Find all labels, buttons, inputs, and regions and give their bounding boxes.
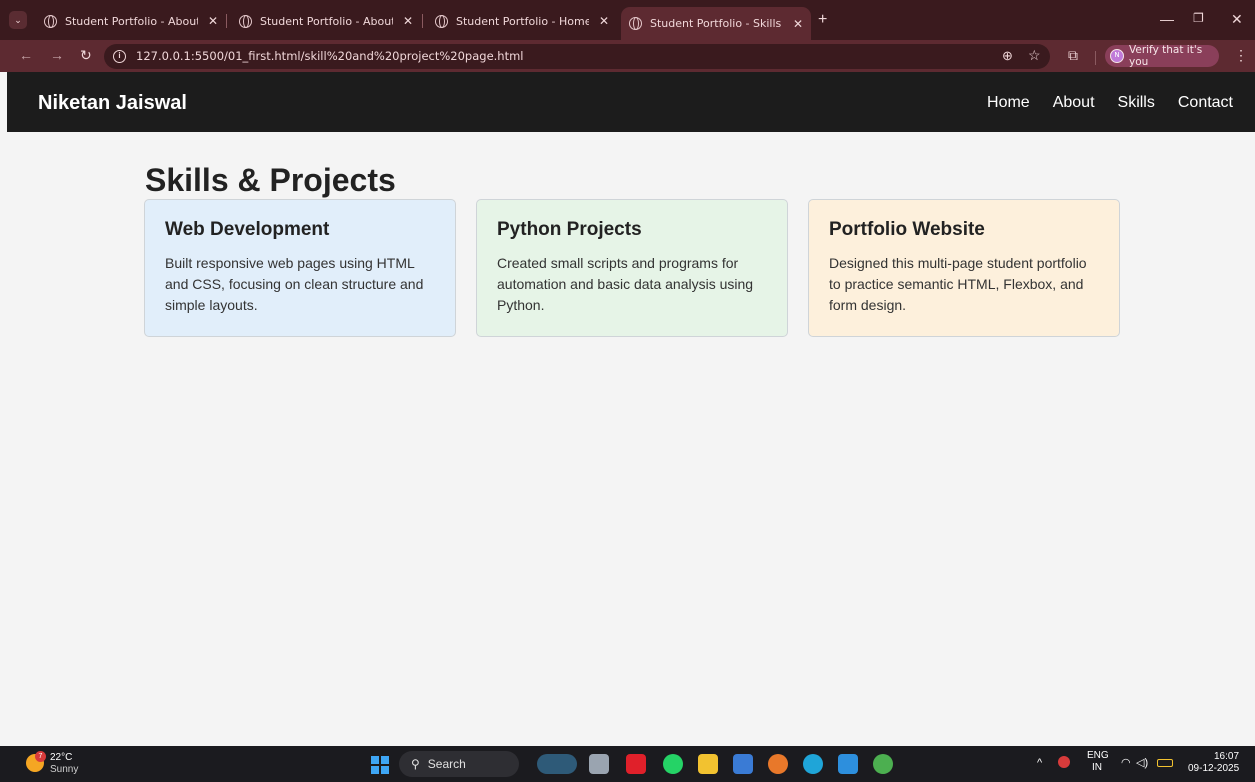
battery-icon[interactable] <box>1157 759 1173 767</box>
address-bar[interactable]: i 127.0.0.1:5500/01_first.html/skill%20a… <box>104 44 1050 69</box>
card-text: Built responsive web pages using HTML an… <box>165 255 424 313</box>
youtube-icon[interactable] <box>626 754 646 774</box>
globe-icon <box>435 14 448 28</box>
toolbar-divider <box>1095 51 1096 65</box>
card-title: Portfolio Website <box>829 219 985 240</box>
volume-icon[interactable]: ◁) <box>1136 756 1148 769</box>
card-title: Web Development <box>165 219 330 240</box>
language-code[interactable]: ENG <box>1087 750 1109 761</box>
globe-icon <box>44 14 57 28</box>
search-label: Search <box>427 757 466 771</box>
close-tab-icon[interactable]: ✕ <box>403 14 413 28</box>
profile-verify-button[interactable]: N Verify that it's you <box>1105 44 1219 68</box>
verify-label: Verify that it's you <box>1129 44 1203 68</box>
forward-arrow-icon[interactable]: → <box>50 47 64 63</box>
widgets-icon[interactable] <box>537 754 577 774</box>
copilot-icon[interactable] <box>768 754 788 774</box>
chrome-icon[interactable] <box>873 754 893 774</box>
tab-search-chevron-icon[interactable]: ⌄ <box>9 11 27 29</box>
vscode-icon[interactable] <box>838 754 858 774</box>
tab-title: Student Portfolio - Skills & Proj <box>650 17 783 30</box>
card-title: Python Projects <box>497 219 642 240</box>
tab-title: Student Portfolio - About Me <box>65 14 198 28</box>
region-code[interactable]: IN <box>1092 762 1102 773</box>
tab-divider <box>226 14 227 28</box>
clock-date[interactable]: 09-12-2025 <box>1188 763 1239 774</box>
wifi-icon[interactable]: ◠ <box>1121 756 1131 769</box>
file-explorer-icon[interactable] <box>698 754 718 774</box>
taskbar: 7 22°C Sunny ⚲ Search ^ ENG IN ◠ ◁) 16:0… <box>0 746 1255 782</box>
bookmark-star-icon[interactable]: ☆ <box>1028 47 1041 64</box>
globe-icon <box>239 14 252 28</box>
card-text: Designed this multi-page student portfol… <box>829 255 1087 313</box>
skill-card: Portfolio Website Designed this multi-pa… <box>808 199 1120 337</box>
clock-time[interactable]: 16:07 <box>1214 751 1239 762</box>
weather-badge: 7 <box>35 751 46 762</box>
menu-kebab-icon[interactable]: ⋮ <box>1234 47 1248 64</box>
reload-icon[interactable]: ↻ <box>80 47 92 64</box>
back-arrow-icon[interactable]: ← <box>19 47 33 63</box>
url-text[interactable]: 127.0.0.1:5500/01_first.html/skill%20and… <box>136 49 524 63</box>
minimize-icon[interactable]: — <box>1160 11 1174 27</box>
whatsapp-icon[interactable] <box>663 754 683 774</box>
edge-icon[interactable] <box>803 754 823 774</box>
nav-link-about[interactable]: About <box>1053 94 1095 112</box>
zoom-icon[interactable]: ⊕ <box>1002 48 1013 64</box>
card-text: Created small scripts and programs for a… <box>497 255 754 313</box>
profile-avatar: N <box>1110 49 1124 63</box>
tab-title: Student Portfolio - About Me <box>260 14 393 28</box>
weather-condition[interactable]: Sunny <box>50 764 78 775</box>
tab-strip: ⌄ Student Portfolio - About Me ✕ Student… <box>0 0 1255 40</box>
browser-tab[interactable]: Student Portfolio - Home ✕ <box>427 7 617 35</box>
nav-link-skills[interactable]: Skills <box>1118 94 1155 112</box>
new-tab-plus-icon[interactable]: + <box>818 11 827 29</box>
taskbar-search[interactable]: ⚲ Search <box>399 751 519 777</box>
extensions-puzzle-icon[interactable]: ⧉ <box>1068 47 1078 64</box>
site-info-icon[interactable]: i <box>113 50 126 63</box>
tray-overflow-icon[interactable]: ^ <box>1037 757 1042 769</box>
browser-tab-active[interactable]: Student Portfolio - Skills & Proj ✕ <box>621 7 811 40</box>
window-close-icon[interactable]: ✕ <box>1231 11 1243 28</box>
skill-card: Python Projects Created small scripts an… <box>476 199 788 337</box>
site-name: Niketan Jaiswal <box>38 92 187 114</box>
nav-link-home[interactable]: Home <box>987 94 1030 112</box>
close-tab-icon[interactable]: ✕ <box>599 14 609 28</box>
tab-divider <box>422 14 423 28</box>
close-tab-icon[interactable]: ✕ <box>793 17 803 31</box>
site-nav: Home About Skills Contact <box>987 94 1233 112</box>
task-view-icon[interactable] <box>589 754 609 774</box>
page-title: Skills & Projects <box>145 162 396 198</box>
search-icon: ⚲ <box>411 757 420 771</box>
windows-start-icon[interactable] <box>371 756 389 774</box>
browser-tab[interactable]: Student Portfolio - About Me ✕ <box>36 7 226 35</box>
nav-link-contact[interactable]: Contact <box>1178 94 1233 112</box>
skill-card: Web Development Built responsive web pag… <box>144 199 456 337</box>
weather-temp[interactable]: 22°C <box>50 752 72 763</box>
tray-app-icon[interactable] <box>1058 756 1070 768</box>
browser-tab[interactable]: Student Portfolio - About Me ✕ <box>231 7 421 35</box>
globe-icon <box>629 17 642 30</box>
restore-icon[interactable]: ❐ <box>1193 11 1204 25</box>
toolbar: ← → ↻ i 127.0.0.1:5500/01_first.html/ski… <box>0 40 1255 72</box>
close-tab-icon[interactable]: ✕ <box>208 14 218 28</box>
site-header: Niketan Jaiswal Home About Skills Contac… <box>7 72 1255 132</box>
tab-title: Student Portfolio - Home <box>456 14 589 28</box>
store-icon[interactable] <box>733 754 753 774</box>
